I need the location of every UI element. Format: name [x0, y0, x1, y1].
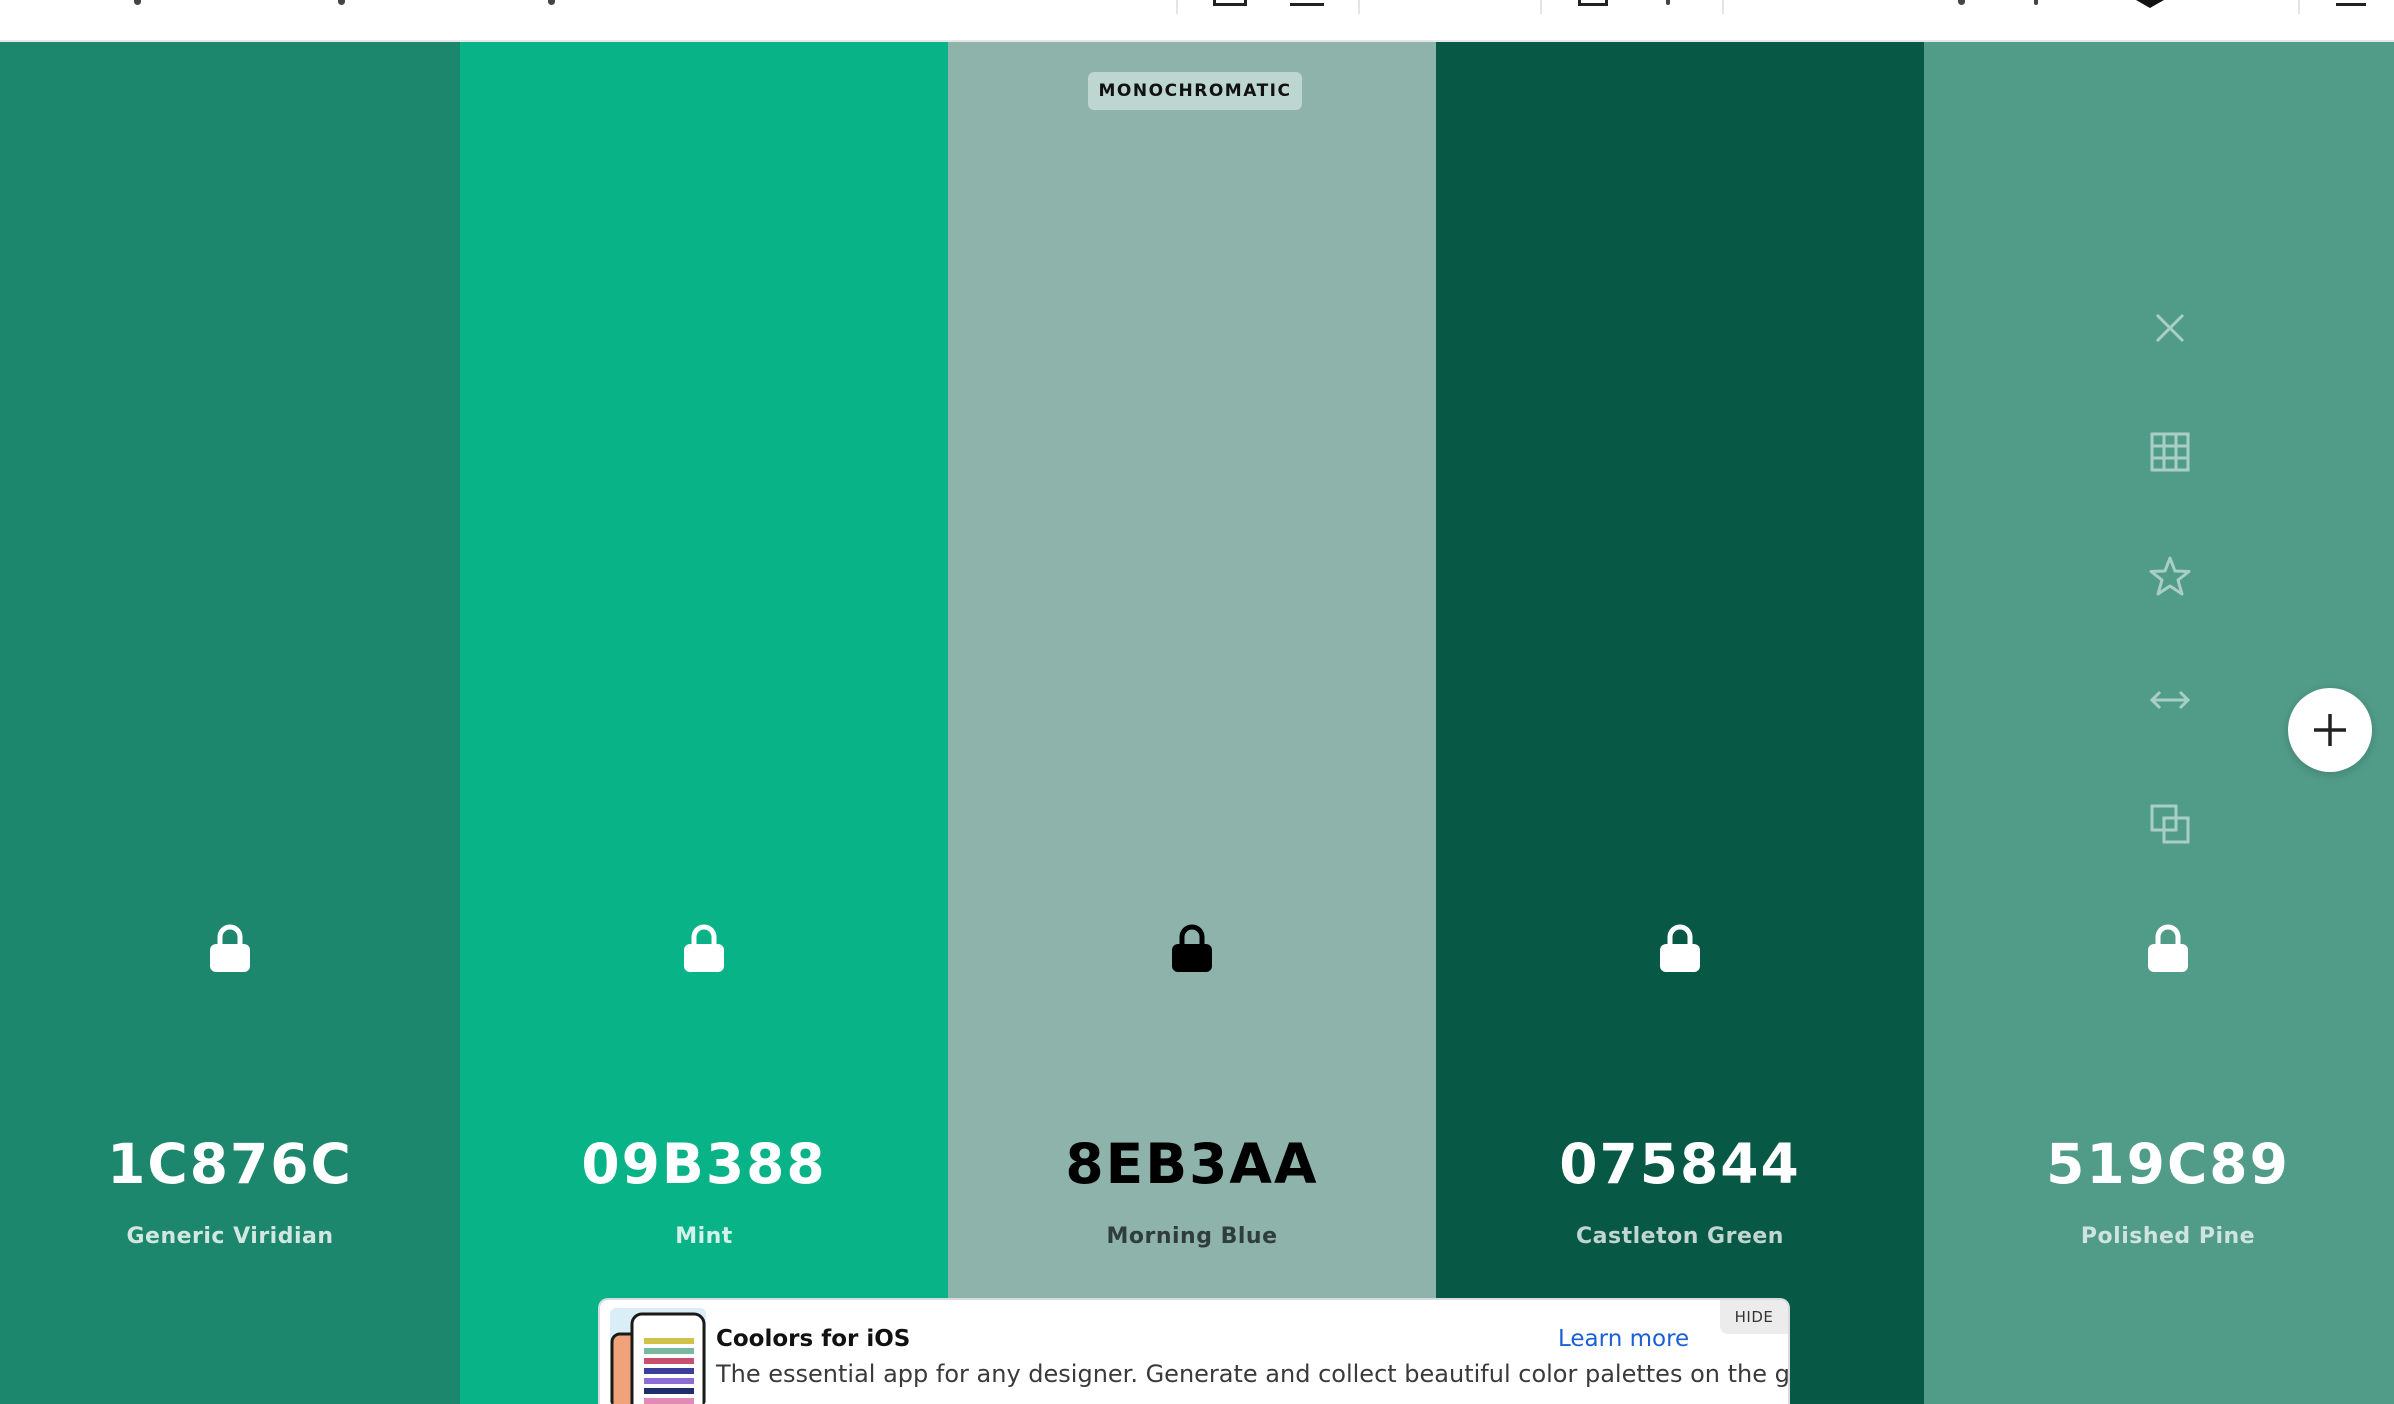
palette-type-badge: MONOCHROMATIC: [1088, 72, 1302, 110]
view-icon[interactable]: [1213, 0, 1247, 6]
color-swatch[interactable]: 8EB3AA Morning Blue: [948, 42, 1436, 1404]
color-name: Generic Viridian: [126, 1224, 334, 1249]
drag-arrows-icon: [2149, 690, 2191, 710]
app-preview-image: [610, 1308, 706, 1404]
ad-description: The essential app for any designer. Gene…: [716, 1360, 1790, 1388]
palette: 1C876C Generic Viridian 09B388 Mint 8EB3…: [0, 42, 2394, 1404]
color-swatch[interactable]: 1C876C Generic Viridian: [0, 42, 460, 1404]
hex-code[interactable]: 09B388: [460, 1137, 948, 1192]
remove-color-button[interactable]: [2148, 306, 2192, 350]
bookmark-icon[interactable]: [2134, 0, 2166, 10]
hex-code[interactable]: 075844: [1436, 1137, 1924, 1192]
ad-title: Coolors for iOS: [716, 1326, 911, 1352]
hex-code[interactable]: 8EB3AA: [948, 1137, 1436, 1192]
toolbar-text-fragment: [548, 0, 555, 5]
copy-color-button[interactable]: [2148, 802, 2192, 846]
view-shades-button[interactable]: [2148, 430, 2192, 474]
menu-icon[interactable]: [1290, 0, 1324, 6]
color-name: Castleton Green: [1576, 1224, 1784, 1249]
lock-icon[interactable]: [1170, 922, 1214, 974]
adjust-icon[interactable]: [1666, 0, 1670, 5]
color-name: Mint: [675, 1224, 733, 1249]
top-toolbar: [0, 0, 2394, 42]
toolbar-separator: [2298, 0, 2300, 14]
color-name: Morning Blue: [1106, 1224, 1278, 1249]
hex-code[interactable]: 519C89: [1924, 1137, 2394, 1192]
hamburger-icon[interactable]: [2336, 0, 2366, 6]
toolbar-separator: [1540, 0, 1542, 14]
export-icon[interactable]: [1578, 0, 1608, 6]
shades-grid-icon: [2150, 432, 2190, 472]
star-icon: [2149, 556, 2191, 596]
phone-mockup-icon: [610, 1308, 706, 1404]
lock-icon[interactable]: [2146, 922, 2190, 974]
hex-code[interactable]: 1C876C: [0, 1137, 460, 1192]
color-swatch[interactable]: 09B388 Mint: [460, 42, 948, 1404]
plus-icon: [2314, 714, 2346, 746]
toolbar-icon-fragment[interactable]: [2034, 0, 2038, 5]
toolbar-separator: [1176, 0, 1178, 14]
lock-icon[interactable]: [208, 922, 252, 974]
learn-more-link[interactable]: Learn more: [1558, 1326, 1689, 1352]
toolbar-separator: [1722, 0, 1724, 14]
toolbar-icon-fragment[interactable]: [1958, 0, 1965, 5]
app-ad-banner[interactable]: Coolors for iOS The essential app for an…: [598, 1298, 1790, 1404]
copy-icon: [2150, 804, 2190, 844]
toolbar-text-fragment: [134, 0, 141, 5]
lock-icon[interactable]: [1658, 922, 1702, 974]
close-icon: [2155, 313, 2185, 343]
add-color-button[interactable]: [2288, 688, 2372, 772]
toolbar-separator: [1358, 0, 1360, 14]
toolbar-text-fragment: [338, 0, 345, 5]
favorite-color-button[interactable]: [2148, 554, 2192, 598]
hide-ad-button[interactable]: HIDE: [1720, 1300, 1788, 1334]
drag-color-button[interactable]: [2148, 678, 2192, 722]
color-swatch[interactable]: 075844 Castleton Green: [1436, 42, 1924, 1404]
color-name: Polished Pine: [2080, 1224, 2256, 1249]
lock-icon[interactable]: [682, 922, 726, 974]
